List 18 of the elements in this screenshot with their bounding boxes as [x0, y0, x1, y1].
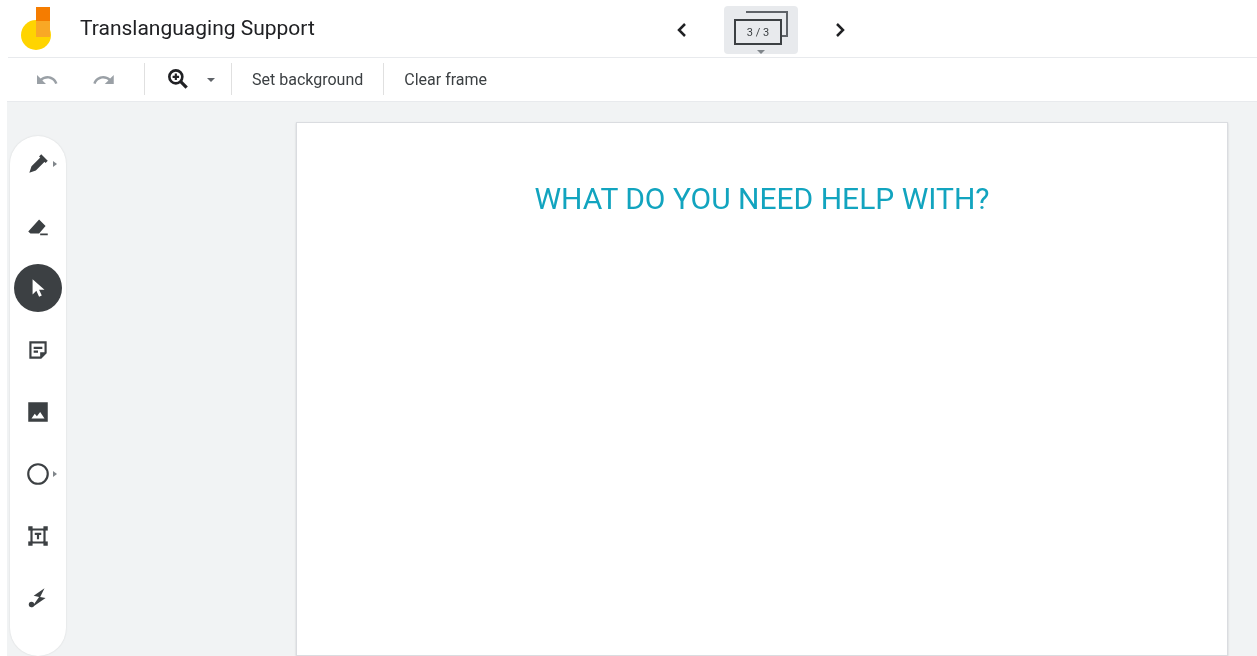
- frame-counter-button[interactable]: 3 / 3: [724, 6, 798, 54]
- redo-icon: [92, 74, 114, 84]
- circle-icon: [25, 461, 51, 487]
- caret-icon: [757, 50, 765, 54]
- chevron-right-icon: [834, 22, 846, 38]
- caret-icon: [53, 471, 57, 477]
- document-title: Translanguaging Support: [80, 16, 315, 41]
- chevron-left-icon: [676, 22, 688, 38]
- frame-heading: WHAT DO YOU NEED HELP WITH?: [534, 181, 990, 216]
- select-tool-button[interactable]: [14, 264, 62, 312]
- toolbar-text-button[interactable]: Clear frame: [384, 63, 508, 95]
- app-logo-icon: [20, 5, 52, 52]
- caret-icon: [207, 78, 215, 83]
- toolbar-text-button[interactable]: Set background: [232, 63, 384, 95]
- caret-icon: [53, 161, 57, 167]
- text-box-icon: [25, 523, 51, 549]
- image-icon: [25, 399, 51, 425]
- undo-icon: [36, 74, 58, 84]
